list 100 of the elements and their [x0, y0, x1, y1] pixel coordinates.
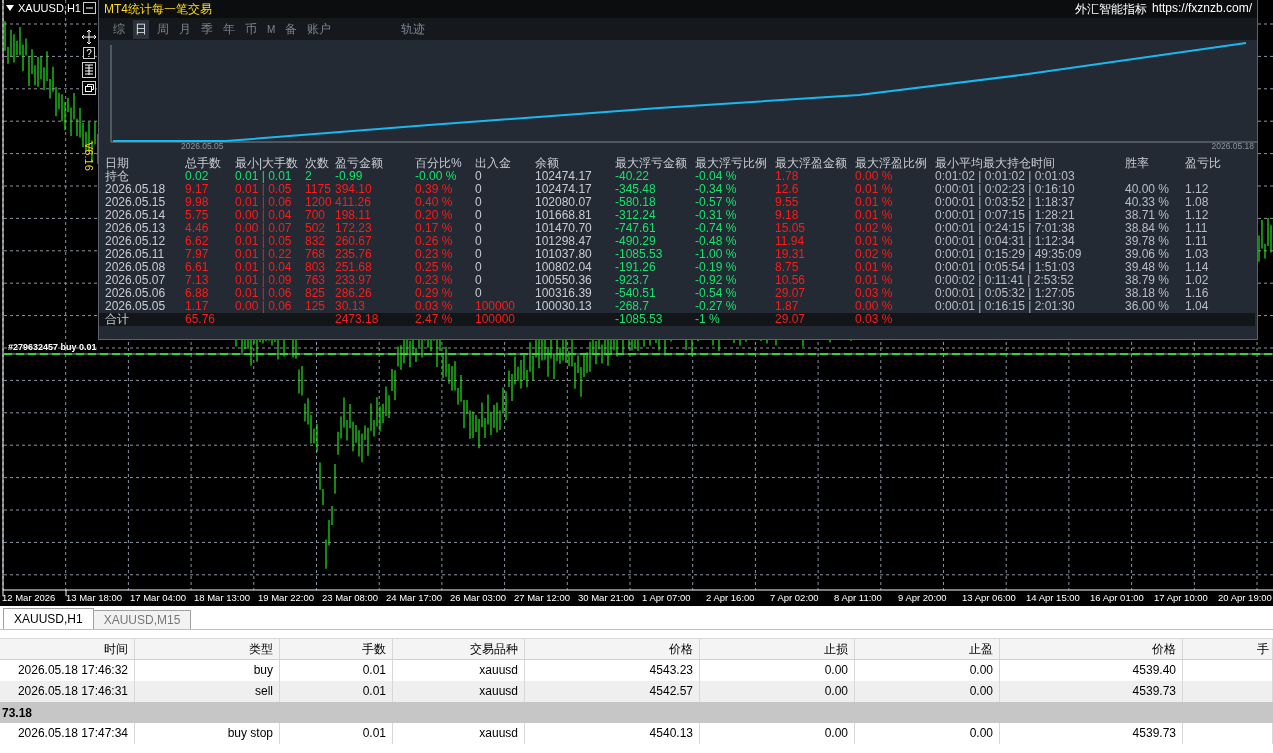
table-cell-text: 0: [475, 274, 483, 287]
time-axis-label: 27 Mar 12:00: [514, 591, 571, 604]
table-cell-text: -1 %: [695, 313, 721, 326]
table-cell-text: 0: [475, 196, 483, 209]
column-header[interactable]: 止损: [700, 639, 855, 659]
table-cell-text: 803: [305, 261, 327, 274]
chart-tab[interactable]: XAUUSD,H1: [3, 608, 94, 629]
time-axis-label: 20 Apr 19:00: [1218, 591, 1273, 604]
table-cell-text: -40.22: [615, 170, 651, 183]
table-cell-text: 持仓: [105, 170, 130, 183]
table-cell-text: 233.97: [335, 274, 373, 287]
table-cell-text: 0.02 %: [855, 222, 894, 235]
time-axis-label: 1 Apr 07:00: [642, 591, 692, 604]
column-header: 最大浮盈金额: [775, 157, 848, 170]
time-axis-label: 8 Apr 11:00: [834, 591, 883, 604]
table-cell-text: -0.27 %: [695, 300, 738, 313]
tab[interactable]: 月: [177, 19, 193, 39]
table-cell-text: 394.10: [335, 183, 373, 196]
tab[interactable]: 季: [199, 19, 215, 39]
table-cell-text: 0:00:01 | 0:03:52 | 1:18:37: [935, 196, 1076, 209]
table-cell-text: 38.18 %: [1125, 287, 1171, 300]
tab[interactable]: 周: [155, 19, 171, 39]
table-cell-text: 8.75: [775, 261, 800, 274]
table-cell-text: 0.01 %: [855, 183, 894, 196]
column-header: 日期: [105, 157, 130, 170]
time-axis-label: 13 Mar 18:00: [66, 591, 123, 604]
time-axis-label: 18 Mar 13:00: [194, 591, 251, 604]
table-cell-text: -923.7: [615, 274, 651, 287]
time-axis-label: 12 Mar 2026: [2, 591, 57, 604]
table-cell-text: -312.24: [615, 209, 657, 222]
table-cell-text: 9.18: [775, 209, 800, 222]
table-cell-text: 0:00:01 | 0:02:23 | 0:16:10: [935, 183, 1076, 196]
time-axis-label: 16 Apr 01:00: [1090, 591, 1145, 604]
table-cell-text: 0.25 %: [415, 261, 454, 274]
url-link[interactable]: https://fxznzb.com/: [1151, 0, 1252, 18]
time-axis-label: 14 Apr 15:00: [1026, 591, 1081, 604]
table-cell: 4539.73: [1000, 723, 1183, 744]
order-label: #279632457 buy 0.01: [8, 342, 97, 352]
tab[interactable]: 综: [111, 19, 127, 39]
table-cell-text: 6.62: [185, 235, 210, 248]
column-header: 最大浮亏金额: [615, 157, 688, 170]
table-cell-text: 0.40 %: [415, 196, 454, 209]
move-icon[interactable]: [82, 30, 96, 44]
tab[interactable]: 备: [283, 19, 300, 39]
table-cell-text: 65.76: [185, 313, 217, 326]
table-cell-text: -268.7: [615, 300, 651, 313]
tab[interactable]: 日: [133, 19, 149, 39]
column-header[interactable]: 手数: [280, 639, 393, 659]
table-cell-text: 2026.05.08: [105, 261, 167, 274]
chart-tab[interactable]: XAUUSD,M15: [92, 610, 192, 629]
column-header[interactable]: 价格: [1000, 639, 1183, 659]
table-cell-text: -0.34 %: [695, 183, 738, 196]
table-cell-text: -747.61: [615, 222, 657, 235]
table-cell: 4540.13: [525, 723, 700, 744]
column-header[interactable]: 类型: [135, 639, 280, 659]
tab[interactable]: 账户: [305, 19, 334, 39]
table-cell-text: 29.07: [775, 287, 807, 300]
tab[interactable]: 轨迹: [399, 19, 428, 39]
table-cell-text: 0:00:02 | 0:11:41 | 2:53:52: [935, 274, 1075, 287]
time-axis-label: 2 Apr 16:00: [706, 591, 756, 604]
table-cell-text: 1.11: [1185, 235, 1209, 248]
table-cell-text: 1.04: [1185, 300, 1210, 313]
table-cell-text: 40.33 %: [1125, 196, 1171, 209]
column-header: 胜率: [1125, 157, 1150, 170]
table-cell-text: 0.17 %: [415, 222, 454, 235]
column-header[interactable]: 手: [1183, 639, 1273, 659]
table-cell-text: 1200: [305, 196, 333, 209]
minimize-icon[interactable]: [82, 2, 96, 14]
column-header[interactable]: 交易品种: [393, 639, 525, 659]
column-header[interactable]: 时间: [0, 639, 135, 659]
column-header: 最大浮亏比例: [695, 157, 768, 170]
table-cell-text: 0:00:01 | 0:15:29 | 49:35:09: [935, 248, 1083, 261]
table-cell-text: 7.97: [185, 248, 210, 261]
time-axis-label: 9 Apr 20:00: [898, 591, 948, 604]
table-cell-text: 0.39 %: [415, 183, 454, 196]
dropdown-icon[interactable]: [6, 5, 14, 11]
tab[interactable]: 币: [243, 19, 259, 39]
tab[interactable]: M: [265, 22, 278, 36]
table-cell-text: 合计: [105, 313, 130, 326]
time-axis-label: 19 Mar 22:00: [258, 591, 315, 604]
table-cell-text: 172.23: [335, 222, 373, 235]
tab[interactable]: 年: [221, 19, 237, 39]
column-header: 余额: [535, 157, 560, 170]
help-button[interactable]: ?: [83, 47, 95, 59]
column-header[interactable]: 价格: [525, 639, 700, 659]
restore-icon[interactable]: [82, 81, 96, 95]
column-header[interactable]: 止盈: [855, 639, 1000, 659]
column-header: 百分比%: [415, 157, 463, 170]
table-cell-text: 0.01 | 0.01: [235, 170, 293, 183]
table-cell-text: 260.67: [335, 235, 373, 248]
version-label: V6.16: [83, 142, 95, 171]
table-cell-text: 100000: [475, 313, 517, 326]
time-axis-label: 30 Mar 21:00: [578, 591, 635, 604]
table-cell-text: 19.31: [775, 248, 807, 261]
table-cell-text: 1.08: [1185, 196, 1210, 209]
table-cell-text: 2.47 %: [415, 313, 454, 326]
table-cell-text: 5.75: [185, 209, 210, 222]
time-axis-label: 24 Mar 17:00: [386, 591, 443, 604]
table-icon[interactable]: [82, 62, 96, 78]
table-cell-text: 286.26: [335, 287, 373, 300]
